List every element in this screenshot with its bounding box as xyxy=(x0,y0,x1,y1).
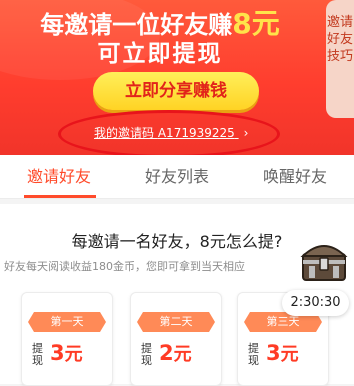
day-card-1: 第一天 提现 3元 xyxy=(21,292,113,386)
withdraw-amount: 2元 xyxy=(159,340,192,366)
hero-subheadline: 可立即提现 xyxy=(97,41,223,67)
withdraw-amount: 3元 xyxy=(266,340,299,366)
amount-unit: 元 xyxy=(64,344,83,365)
active-tab-indicator xyxy=(24,195,96,198)
amount-value: 2 xyxy=(159,341,174,365)
withdraw-label: 提现 xyxy=(32,342,43,367)
amount-unit: 元 xyxy=(280,344,299,365)
amount-value: 3 xyxy=(50,341,65,365)
tab-friend-list[interactable]: 好友列表 xyxy=(118,155,236,198)
day-card-2: 第二天 提现 2元 xyxy=(130,292,222,386)
highlight-ellipse-annotation xyxy=(58,110,280,155)
treasure-chest-icon[interactable] xyxy=(300,240,348,282)
day-label: 第一天 xyxy=(28,312,106,332)
card-subtitle: 好友每天阅读收益180金币，您即可拿到当天相应 xyxy=(4,260,245,273)
tab-invite-friends[interactable]: 邀请好友 xyxy=(0,155,118,198)
invite-tips-side-tab[interactable]: 邀请好友技巧 xyxy=(326,0,354,118)
tab-bar: 邀请好友 好友列表 唤醒好友 xyxy=(0,155,354,199)
invite-hero-banner: 每邀请一位好友赚8元 可立即提现 立即分享赚钱 我的邀请码 A171939225… xyxy=(0,0,354,155)
withdraw-label: 提现 xyxy=(248,342,259,367)
countdown-timer: 2:30:30 xyxy=(282,290,349,316)
withdraw-amount: 3元 xyxy=(50,340,83,366)
withdraw-label: 提现 xyxy=(141,342,152,367)
share-earn-button[interactable]: 立即分享赚钱 xyxy=(93,72,259,110)
amount-unit: 元 xyxy=(173,344,192,365)
day-label: 第二天 xyxy=(137,312,215,332)
tab-wake-friends[interactable]: 唤醒好友 xyxy=(236,155,354,198)
amount-value: 3 xyxy=(266,341,281,365)
